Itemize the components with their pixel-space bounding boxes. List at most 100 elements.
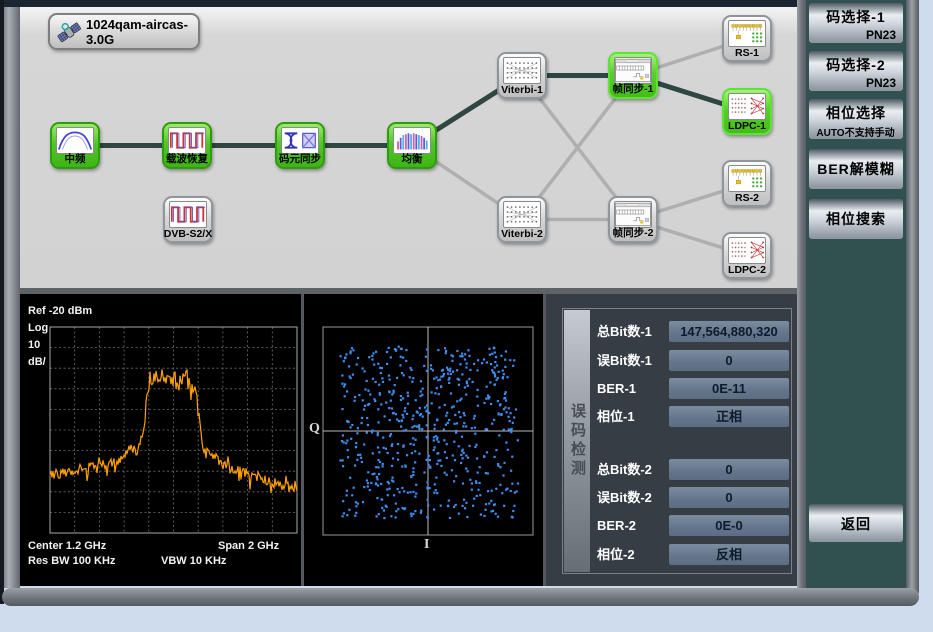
flow-diagram-panel: 中频载波恢复码元同步均衡DVB-S2/XViterbi-1Viterbi-2帧同… <box>20 7 797 288</box>
ber-row-value-3: 0E-11 <box>669 378 789 399</box>
node-fs2[interactable]: 帧同步-2 <box>608 196 658 243</box>
application-window: 中频载波恢复码元同步均衡DVB-S2/XViterbi-1Viterbi-2帧同… <box>0 0 933 632</box>
node-symbol[interactable]: 码元同步 <box>275 122 325 169</box>
signal-title-button[interactable]: 1024qam-aircas-3.0G <box>48 13 200 50</box>
ber-row-2: 误Bit数-1 0 <box>597 350 789 371</box>
reed-solomon-icon <box>728 20 766 47</box>
sidebar-button-label: BER解模糊 <box>809 149 903 189</box>
node-carrier[interactable]: 载波恢复 <box>162 122 212 169</box>
ber-row-value-7: 0E-0 <box>669 515 789 536</box>
node-label-symbol: 码元同步 <box>269 151 331 166</box>
sidebar-button-phase-select[interactable]: 相位选择AUTO不支持手动 <box>809 99 903 139</box>
satellite-icon <box>55 18 83 46</box>
node-label-carrier: 载波恢复 <box>156 151 218 166</box>
node-label-rs1: RS-1 <box>716 47 778 59</box>
node-label-if: 中频 <box>44 151 106 166</box>
if-spectrum-icon <box>56 127 94 154</box>
ber-side-label: 误码检测 <box>567 403 588 479</box>
node-ldpc2[interactable]: LDPC-2 <box>722 232 772 279</box>
ber-detection-box: 误码检测 总Bit数-1 147,564,880,320 误Bit数-1 0 BER-1… <box>562 308 792 574</box>
ber-row-label-7: BER-2 <box>597 515 636 536</box>
ber-row-4: 相位-1 正相 <box>597 406 789 427</box>
sidebar-button-code-select-1[interactable]: 码选择-1PN23 <box>809 3 903 43</box>
node-label-fs1: 帧同步-1 <box>602 81 664 96</box>
ber-row-label-2: 误Bit数-1 <box>597 350 652 371</box>
ldpc-graph-icon <box>728 237 766 264</box>
ber-row-value-2: 0 <box>669 350 789 371</box>
sidebar-button-phase-search[interactable]: 相位搜索 <box>809 199 903 239</box>
ber-detection-panel: 误码检测 总Bit数-1 147,564,880,320 误Bit数-1 0 BER-1… <box>546 294 797 586</box>
ber-row-label-4: 相位-1 <box>597 406 635 427</box>
sidebar-button-label: 返回 <box>809 504 903 544</box>
ber-side-bar: 误码检测 <box>564 310 590 572</box>
spectrum-center-label: Center 1.2 GHz <box>28 540 106 552</box>
sidebar-button-label: 码选择-2 <box>809 55 903 75</box>
window-frame-left <box>4 7 20 588</box>
spectrum-unit-label: dB/ <box>28 356 46 368</box>
ber-row-value-1: 147,564,880,320 <box>669 321 789 342</box>
node-rs2[interactable]: RS-2 <box>722 160 772 207</box>
q-axis-label: Q <box>309 421 320 437</box>
window-frame-right <box>906 0 919 601</box>
node-eq[interactable]: 均衡 <box>387 122 437 169</box>
square-wave-icon <box>169 201 207 228</box>
spectrum-span-label: Span 2 GHz <box>218 540 279 552</box>
spectrum-scale-label: 10 <box>28 339 40 351</box>
ber-row-value-4: 正相 <box>669 406 789 427</box>
spectrum-analyzer-panel: Ref -20 dBm Log 10 dB/ Center 1.2 GHz Sp… <box>20 294 301 586</box>
ber-row-label-6: 误Bit数-2 <box>597 487 652 508</box>
ber-row-value-5: 0 <box>669 459 789 480</box>
node-vit1[interactable]: Viterbi-1 <box>497 52 547 99</box>
sidebar-button-sublabel: PN23 <box>809 76 903 90</box>
node-if[interactable]: 中频 <box>50 122 100 169</box>
signal-title-label: 1024qam-aircas-3.0G <box>86 17 193 47</box>
window-frame-middle-right <box>797 0 806 588</box>
node-label-ldpc1: LDPC-1 <box>716 120 778 132</box>
node-vit2[interactable]: Viterbi-2 <box>497 196 547 243</box>
sidebar-button-sublabel: AUTO不支持手动 <box>809 124 903 139</box>
sidebar-button-label: 码选择-1 <box>809 7 903 27</box>
ber-row-label-8: 相位-2 <box>597 544 635 565</box>
sidebar-button-label: 相位选择 <box>809 103 903 123</box>
spectrum-ref-label: Ref -20 dBm <box>28 305 92 317</box>
i-axis-label: I <box>424 537 429 553</box>
node-rs1[interactable]: RS-1 <box>722 15 772 62</box>
ber-row-value-8: 反相 <box>669 544 789 565</box>
node-label-dvb: DVB-S2/X <box>157 228 219 240</box>
ber-row-8: 相位-2 反相 <box>597 544 789 565</box>
ber-row-1: 总Bit数-1 147,564,880,320 <box>597 321 789 342</box>
equalizer-bars-icon <box>393 127 431 154</box>
node-label-fs2: 帧同步-2 <box>602 225 664 240</box>
ber-row-label-1: 总Bit数-1 <box>597 321 652 342</box>
sidebar-button-ber-deambiguity[interactable]: BER解模糊 <box>809 149 903 189</box>
sidebar-button-label: 相位搜索 <box>809 199 903 239</box>
spectrum-resbw-label: Res BW 100 KHz <box>28 555 115 567</box>
trellis-icon <box>503 201 541 228</box>
window-frame-bottom <box>2 588 919 606</box>
node-fs1[interactable]: 帧同步-1 <box>608 52 658 99</box>
node-ldpc1[interactable]: LDPC-1 <box>722 88 772 135</box>
constellation-panel: Q I <box>304 294 543 586</box>
spectrum-log-label: Log <box>28 322 48 334</box>
node-label-ldpc2: LDPC-2 <box>716 264 778 276</box>
node-label-eq: 均衡 <box>381 151 443 166</box>
node-label-vit1: Viterbi-1 <box>491 84 553 96</box>
square-wave-icon <box>168 127 206 154</box>
ber-row-value-6: 0 <box>669 487 789 508</box>
sidebar-button-code-select-2[interactable]: 码选择-2PN23 <box>809 51 903 91</box>
frame-sync-icon <box>614 201 652 228</box>
sidebar: 码选择-1PN23码选择-2PN23相位选择AUTO不支持手动BER解模糊相位搜… <box>806 0 906 601</box>
eye-diagram-icon <box>281 127 319 154</box>
ldpc-graph-icon <box>728 93 766 120</box>
bottom-panels: Ref -20 dBm Log 10 dB/ Center 1.2 GHz Sp… <box>20 294 797 586</box>
spectrum-vbw-label: VBW 10 KHz <box>161 555 226 567</box>
node-label-vit2: Viterbi-2 <box>491 228 553 240</box>
window-top-bar <box>4 0 806 7</box>
node-dvb[interactable]: DVB-S2/X <box>163 196 213 243</box>
sidebar-button-return[interactable]: 返回 <box>809 504 903 542</box>
ber-row-3: BER-10E-11 <box>597 378 789 399</box>
ber-row-6: 误Bit数-2 0 <box>597 487 789 508</box>
ber-row-label-5: 总Bit数-2 <box>597 459 652 480</box>
ber-row-5: 总Bit数-2 0 <box>597 459 789 480</box>
frame-sync-icon <box>614 57 652 84</box>
